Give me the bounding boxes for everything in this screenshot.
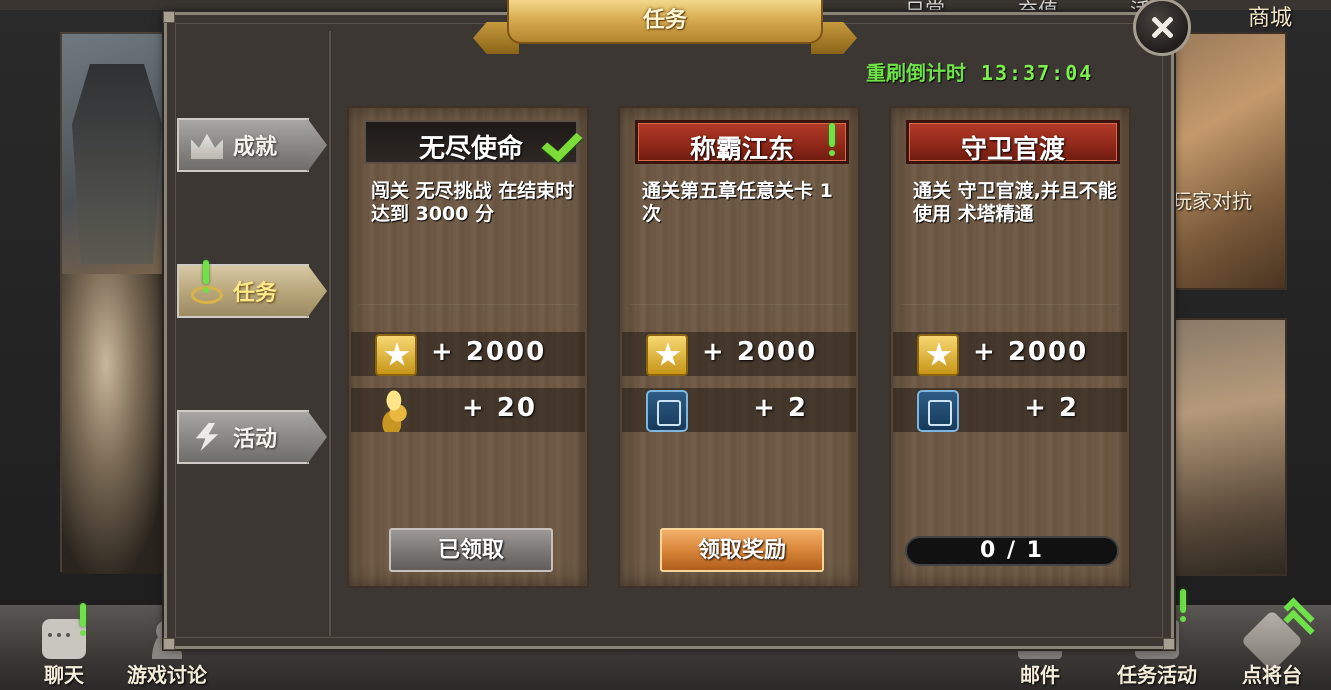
checkmark-icon [545, 120, 587, 160]
quest-card: 称霸江东 通关第五章任意关卡 1 次 + 2000 + 2 领取奖励 [618, 106, 860, 588]
sidebar-divider [328, 31, 332, 636]
task-alert-icon [1178, 589, 1188, 623]
reward-row: + 2000 [893, 332, 1127, 376]
quest-title: 守卫官渡 [960, 135, 1065, 165]
chat-label: 聊天 [44, 663, 84, 687]
coin-icon [375, 390, 417, 432]
exclamation-icon [827, 123, 837, 157]
tab-quests-label: 任务 [233, 281, 278, 306]
quest-progress-bar: 0 / 1 [905, 536, 1119, 566]
refresh-countdown: 重刷倒计时 13:37:04 [866, 57, 1093, 86]
discussion-label: 游戏讨论 [127, 663, 207, 687]
reward-value: + 2000 [702, 337, 818, 367]
upgrade-arrows-icon [1283, 596, 1315, 641]
dialog-title: 任务 [642, 8, 687, 33]
reward-row: + 2 [893, 388, 1127, 432]
countdown-label: 重刷倒计时 [866, 61, 966, 85]
progress-text: 0 / 1 [980, 538, 1044, 563]
reward-row: + 2000 [622, 332, 856, 376]
claimed-button[interactable]: 已领取 [389, 528, 553, 572]
quest-card: 无尽使命 闯关 无尽挑战 在结束时达到 3000 分 + 2000 + 20 已… [347, 106, 589, 588]
chat-alert-icon [78, 603, 88, 637]
tower-illustration [72, 64, 162, 264]
countdown-time: 13:37:04 [980, 61, 1094, 85]
tab-achievements-label: 成就 [233, 135, 278, 160]
card-divider [359, 304, 577, 305]
star-icon [375, 334, 417, 376]
generals-label: 点将台 [1242, 663, 1302, 687]
claim-reward-label: 领取奖励 [697, 538, 786, 563]
quest-description: 通关 守卫官渡,并且不能使用 术塔精通 [913, 180, 1117, 225]
claimed-button-label: 已领取 [437, 538, 504, 563]
reward-value: + 2 [753, 393, 808, 423]
background-artwork-left [60, 32, 172, 574]
battle-mode-banner[interactable] [1172, 318, 1287, 576]
dialog-title-banner: 任务 [473, 0, 857, 60]
warrior-illustration [62, 274, 172, 574]
tab-events[interactable]: 活动 [177, 410, 327, 464]
tab-achievements[interactable]: 成就 [177, 118, 327, 172]
corner-ornament [163, 638, 175, 650]
corner-ornament [163, 11, 175, 23]
pvp-mode-banner[interactable] [1172, 32, 1287, 290]
quest-description: 闯关 无尽挑战 在结束时达到 3000 分 [371, 180, 575, 225]
quest-title-box: 称霸江东 [635, 120, 849, 165]
reward-value: + 2 [1024, 393, 1079, 423]
tab-quests[interactable]: 任务 [177, 260, 327, 318]
corner-ornament [1163, 638, 1175, 650]
tab-events-label: 活动 [233, 427, 278, 452]
reward-value: + 20 [461, 393, 537, 423]
reward-row: + 2 [622, 388, 856, 432]
close-button[interactable] [1133, 0, 1191, 56]
card-pack-icon [917, 390, 959, 432]
card-divider [630, 304, 848, 305]
quest-card: 守卫官渡 通关 守卫官渡,并且不能使用 术塔精通 + 2000 + 2 0 / … [889, 106, 1131, 588]
card-divider [901, 304, 1119, 305]
pvp-mode-label: 玩家对抗 [1172, 189, 1252, 213]
star-icon [646, 334, 688, 376]
mail-label: 邮件 [1020, 663, 1060, 687]
banner-body: 任务 [507, 0, 823, 44]
quest-description: 通关第五章任意关卡 1 次 [642, 180, 833, 225]
star-icon [917, 334, 959, 376]
quest-title-box: 守卫官渡 [906, 120, 1120, 165]
chat-button[interactable]: 聊天 [28, 603, 100, 690]
reward-row: + 20 [351, 388, 585, 432]
reward-value: + 2000 [973, 337, 1089, 367]
shop-button[interactable]: 商城 [1248, 0, 1292, 32]
task-activity-label: 任务活动 [1117, 663, 1197, 687]
reward-value: + 2000 [431, 337, 547, 367]
quest-title: 称霸江东 [689, 135, 794, 165]
card-pack-icon [646, 390, 688, 432]
quest-alert-icon [201, 260, 211, 294]
claim-reward-button[interactable]: 领取奖励 [660, 528, 824, 572]
reward-row: + 2000 [351, 332, 585, 376]
